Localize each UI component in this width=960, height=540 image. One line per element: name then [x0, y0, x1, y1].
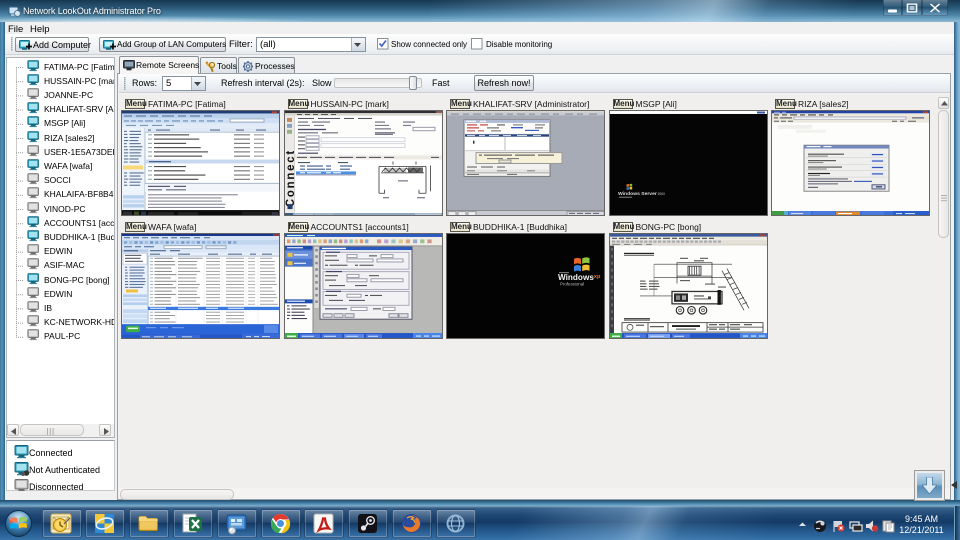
svg-text:Professional: Professional — [560, 282, 584, 287]
